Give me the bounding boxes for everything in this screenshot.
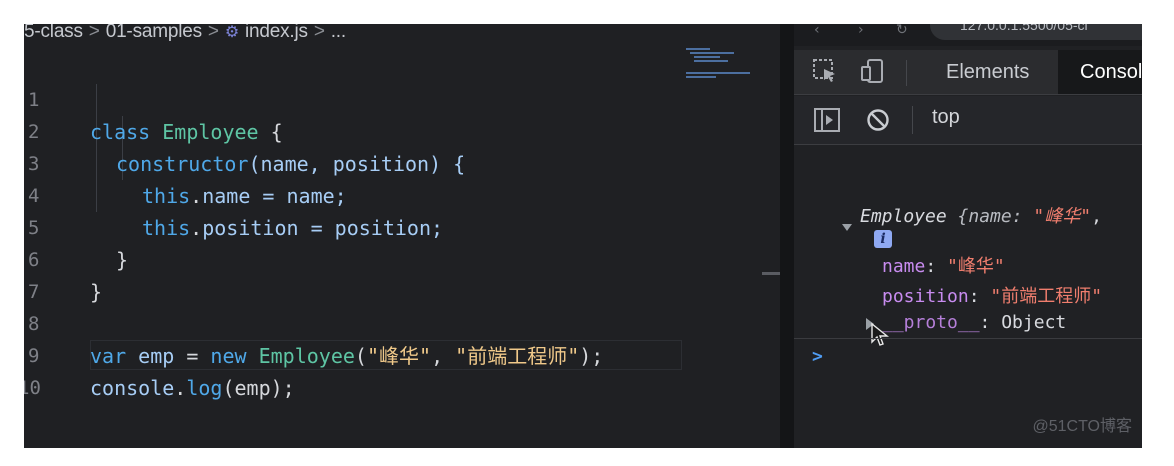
javascript-file-icon: ⚙ — [224, 24, 239, 41]
code-token: . — [174, 376, 187, 400]
context-selector[interactable]: top — [932, 106, 960, 129]
breadcrumb-folder[interactable]: 5-class — [24, 24, 83, 42]
code-token: log — [186, 376, 223, 400]
property-key: name — [882, 256, 926, 277]
mouse-cursor-icon — [870, 322, 890, 348]
sidebar-toggle-icon[interactable] — [814, 108, 840, 136]
code-line[interactable]: 2 constructor(name, position) { — [24, 84, 780, 176]
breadcrumb-file[interactable]: index.js — [245, 24, 308, 42]
console-separator — [794, 338, 1142, 339]
proto-key: __proto__ — [882, 312, 980, 333]
property-key: position — [882, 286, 969, 307]
console-object-summary[interactable]: Employee {name: "峰华", — [860, 202, 1102, 228]
breadcrumb-more[interactable]: ... — [331, 24, 346, 42]
breadcrumb-subfolder[interactable]: 01-samples — [106, 24, 202, 42]
breadcrumb: 5-class >01-samples > ⚙ index.js >... — [24, 24, 780, 46]
code-line[interactable]: 6 } — [24, 212, 780, 304]
code-token: (emp); — [222, 376, 295, 400]
code-line[interactable]: 10 — [24, 340, 780, 399]
devtools-tabbar: Elements Console — [794, 50, 1142, 95]
code-line[interactable]: 9 console.log(emp); — [24, 308, 780, 400]
object-preview-comma: , — [1091, 206, 1102, 227]
browser-address-bar: ‹ › ↻ 127.0.0.1:5500/05-cl — [794, 24, 1142, 46]
console-property-row: name: "峰华" — [882, 252, 1005, 278]
watermark: @51CTO博客 — [1032, 418, 1132, 435]
property-value: "前端工程师" — [990, 286, 1103, 307]
console-property-row: position: "前端工程师" — [882, 282, 1102, 308]
breadcrumb-separator: > — [313, 24, 325, 42]
code-line[interactable]: 7 — [24, 244, 780, 303]
code-line[interactable]: 5 } — [24, 180, 780, 272]
breadcrumb-separator: > — [207, 24, 219, 42]
property-colon: : — [968, 286, 991, 307]
console-proto-row[interactable]: __proto__: Object — [882, 312, 1066, 333]
code-line[interactable]: 3 this.name = name; — [24, 116, 780, 208]
console-prompt-icon[interactable]: > — [812, 346, 823, 367]
expand-arrow-icon[interactable] — [842, 224, 852, 231]
console-toolbar: top — [794, 96, 1142, 145]
clear-console-icon[interactable] — [866, 108, 890, 136]
url-field[interactable]: 127.0.0.1:5500/05-cl — [930, 24, 1142, 40]
code-editor: 5-class >01-samples > ⚙ index.js >... 1 class… — [24, 24, 780, 448]
tab-console[interactable]: Console — [1058, 50, 1142, 94]
device-toolbar-icon[interactable] — [860, 58, 886, 84]
code-line[interactable]: 1 class Employee { — [24, 52, 780, 144]
object-preview-value: "峰华" — [1033, 206, 1092, 227]
console-output: Employee {name: "峰华", i name: "峰华" posit… — [794, 146, 1142, 448]
object-class-name: Employee — [860, 206, 947, 227]
screenshot-frame: 5-class >01-samples > ⚙ index.js >... 1 class… — [24, 24, 1142, 448]
inspect-element-icon[interactable] — [812, 58, 838, 84]
devtools-panel: ‹ › ↻ 127.0.0.1:5500/05-cl Elements Cons… — [794, 24, 1142, 448]
code-line[interactable]: 8 var emp = new Employee("峰华", "前端工程师"); — [24, 276, 780, 368]
info-icon[interactable]: i — [874, 230, 892, 248]
toolbar-separator — [906, 60, 907, 86]
property-value: "峰华" — [947, 256, 1005, 277]
back-icon[interactable]: ‹ — [814, 24, 820, 38]
proto-value: : Object — [979, 312, 1067, 333]
toolbar-separator — [912, 106, 913, 134]
property-colon: : — [925, 256, 948, 277]
tab-elements[interactable]: Elements — [924, 50, 1051, 94]
forward-icon[interactable]: › — [858, 24, 864, 38]
reload-icon[interactable]: ↻ — [896, 24, 908, 38]
pane-divider[interactable] — [780, 24, 794, 448]
breadcrumb-separator: > — [88, 24, 100, 42]
code-line[interactable]: 4 this.position = position; — [24, 148, 780, 240]
line-number: 10 — [24, 377, 41, 399]
object-preview: {name: — [946, 206, 1034, 227]
